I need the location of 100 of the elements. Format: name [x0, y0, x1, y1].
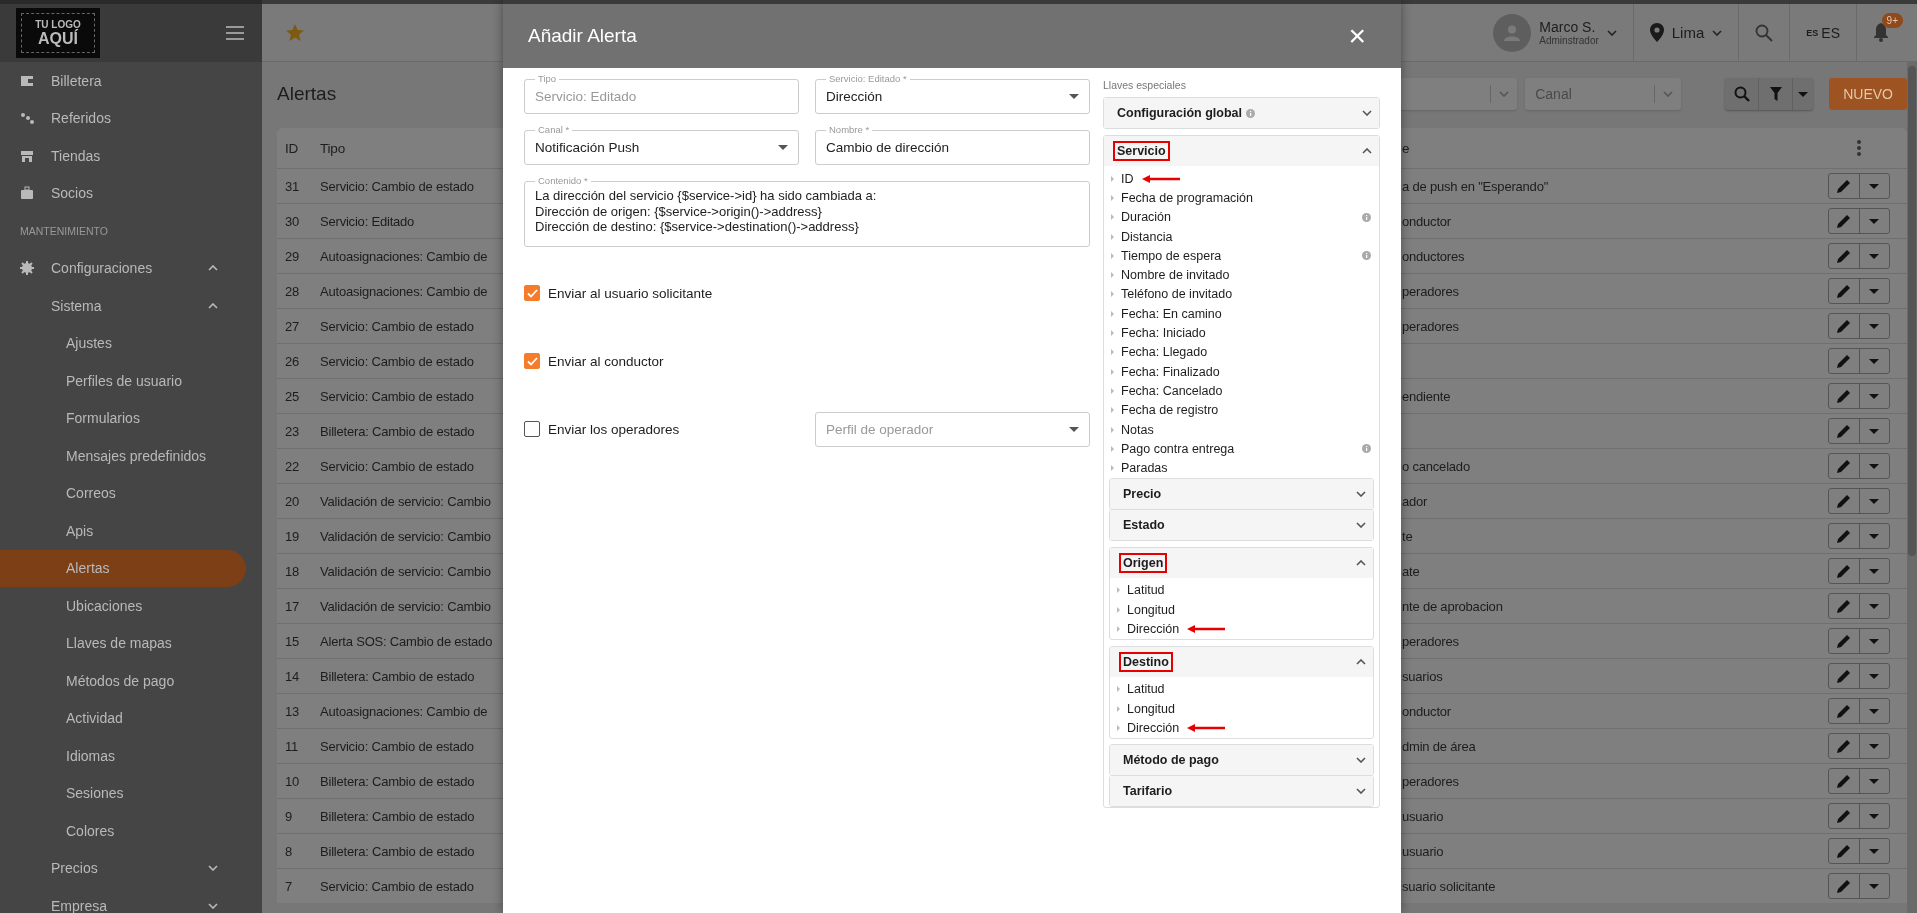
pencil-icon[interactable]	[1836, 319, 1851, 333]
sidebar-item[interactable]: Precios	[0, 849, 246, 887]
scrollbar-thumb[interactable]	[1908, 66, 1916, 556]
accordion-header[interactable]: Estado	[1110, 509, 1373, 540]
caret-icon[interactable]	[1069, 94, 1079, 99]
key-item[interactable]: Pago contra entrega	[1121, 441, 1235, 456]
caret-icon[interactable]	[1869, 253, 1880, 259]
caret-icon[interactable]	[1869, 883, 1880, 889]
chevron-down-icon[interactable]	[208, 865, 218, 872]
pencil-icon[interactable]	[1836, 214, 1851, 228]
key-item[interactable]: Tiempo de espera	[1121, 248, 1222, 263]
chevron-down-icon[interactable]	[1712, 29, 1723, 36]
row-actions[interactable]	[1828, 208, 1890, 234]
chevron-up-icon[interactable]	[1362, 148, 1372, 154]
key-item[interactable]: Fecha: Iniciado	[1121, 326, 1206, 340]
key-item[interactable]: ID	[1121, 171, 1134, 186]
key-item[interactable]: Teléfono de invitado	[1121, 287, 1233, 302]
sidebar-item[interactable]: Idiomas	[0, 737, 246, 775]
sidebar-item[interactable]: Sesiones	[0, 774, 246, 812]
row-actions[interactable]	[1828, 453, 1890, 479]
caret-icon[interactable]	[1869, 603, 1880, 609]
bell-icon[interactable]	[1873, 23, 1889, 42]
key-item[interactable]: Nombre de invitado	[1121, 268, 1230, 283]
accordion-header[interactable]: Configuración global	[1104, 98, 1379, 128]
key-item[interactable]: Fecha: En camino	[1121, 306, 1222, 321]
row-actions[interactable]	[1828, 278, 1890, 304]
caret-icon[interactable]	[1069, 426, 1079, 432]
caret-icon[interactable]	[1869, 288, 1880, 294]
chevron-down-icon[interactable]	[208, 902, 218, 909]
language-selector[interactable]: ES	[1821, 24, 1840, 41]
sidebar-item[interactable]: Métodos de pago	[0, 662, 246, 700]
caret-icon[interactable]	[1869, 498, 1880, 504]
row-actions[interactable]	[1828, 698, 1890, 724]
row-actions[interactable]	[1828, 348, 1890, 374]
checkbox[interactable]	[524, 285, 540, 301]
sidebar-item[interactable]: Ajustes	[0, 324, 246, 362]
key-item[interactable]: Dirección	[1127, 622, 1180, 636]
row-actions[interactable]	[1828, 488, 1890, 514]
key-item[interactable]: Fecha: Finalizado	[1121, 364, 1220, 379]
pencil-icon[interactable]	[1836, 809, 1851, 823]
sidebar-item[interactable]: Configuraciones	[0, 249, 246, 287]
key-item[interactable]: Fecha: Cancelado	[1121, 383, 1223, 398]
close-button[interactable]: ×	[1348, 21, 1366, 51]
sidebar-item[interactable]: Alertas	[0, 549, 246, 587]
row-actions[interactable]	[1828, 628, 1890, 654]
caret-icon[interactable]	[1869, 778, 1880, 784]
pencil-icon[interactable]	[1836, 564, 1851, 578]
pencil-icon[interactable]	[1836, 634, 1851, 648]
pencil-icon[interactable]	[1836, 879, 1851, 893]
sidebar-item[interactable]: Billetera	[0, 62, 246, 100]
caret-icon[interactable]	[1869, 568, 1880, 574]
pencil-icon[interactable]	[1836, 354, 1851, 368]
more-icon[interactable]	[1857, 140, 1861, 156]
pencil-icon[interactable]	[1836, 494, 1851, 508]
search-icon[interactable]	[1755, 23, 1774, 42]
row-actions[interactable]	[1828, 593, 1890, 619]
caret-icon[interactable]	[778, 145, 788, 150]
pencil-icon[interactable]	[1836, 179, 1851, 193]
chevron-down-icon[interactable]	[1356, 490, 1366, 497]
caret-icon[interactable]	[1869, 673, 1880, 679]
location-label[interactable]: Lima	[1671, 24, 1705, 41]
sidebar-item[interactable]: Apis	[0, 512, 246, 550]
pencil-icon[interactable]	[1836, 739, 1851, 753]
pencil-icon[interactable]	[1836, 249, 1851, 263]
checkbox[interactable]	[524, 353, 540, 369]
accordion-header[interactable]: Tarifario	[1110, 775, 1373, 806]
caret-icon[interactable]	[1869, 848, 1880, 854]
caret-icon[interactable]	[1798, 91, 1809, 97]
chevron-down-icon[interactable]	[1356, 787, 1366, 794]
row-actions[interactable]	[1828, 803, 1890, 829]
pencil-icon[interactable]	[1836, 844, 1851, 858]
caret-icon[interactable]	[1869, 743, 1880, 749]
key-item[interactable]: Fecha: Llegado	[1121, 345, 1208, 360]
key-item[interactable]: Longitud	[1127, 602, 1175, 617]
sidebar-item[interactable]: Correos	[0, 474, 246, 512]
caret-icon[interactable]	[1869, 708, 1880, 714]
sidebar-item[interactable]: Ubicaciones	[0, 587, 246, 625]
menu-icon[interactable]	[226, 26, 244, 40]
caret-icon[interactable]	[1869, 393, 1880, 399]
pencil-icon[interactable]	[1836, 459, 1851, 473]
sidebar-item[interactable]: Colores	[0, 812, 246, 850]
chevron-down-icon[interactable]	[1606, 29, 1617, 36]
key-item[interactable]: Longitud	[1127, 701, 1175, 716]
row-actions[interactable]	[1828, 418, 1890, 444]
pencil-icon[interactable]	[1836, 284, 1851, 298]
accordion-header[interactable]: Origen	[1110, 547, 1373, 578]
sidebar-item[interactable]: Llaves de mapas	[0, 624, 246, 662]
caret-icon[interactable]	[1869, 428, 1880, 434]
row-actions[interactable]	[1828, 558, 1890, 584]
pencil-icon[interactable]	[1836, 529, 1851, 543]
key-item[interactable]: Notas	[1121, 422, 1154, 437]
row-actions[interactable]	[1828, 383, 1890, 409]
key-item[interactable]: Duración	[1121, 210, 1172, 225]
star-icon[interactable]	[286, 24, 304, 41]
sidebar-item[interactable]: Perfiles de usuario	[0, 362, 246, 400]
sidebar-item[interactable]: Formularios	[0, 399, 246, 437]
row-actions[interactable]	[1828, 663, 1890, 689]
row-actions[interactable]	[1828, 173, 1890, 199]
location-pin-icon[interactable]	[1649, 23, 1664, 42]
sidebar-item[interactable]: Referidos	[0, 99, 246, 137]
